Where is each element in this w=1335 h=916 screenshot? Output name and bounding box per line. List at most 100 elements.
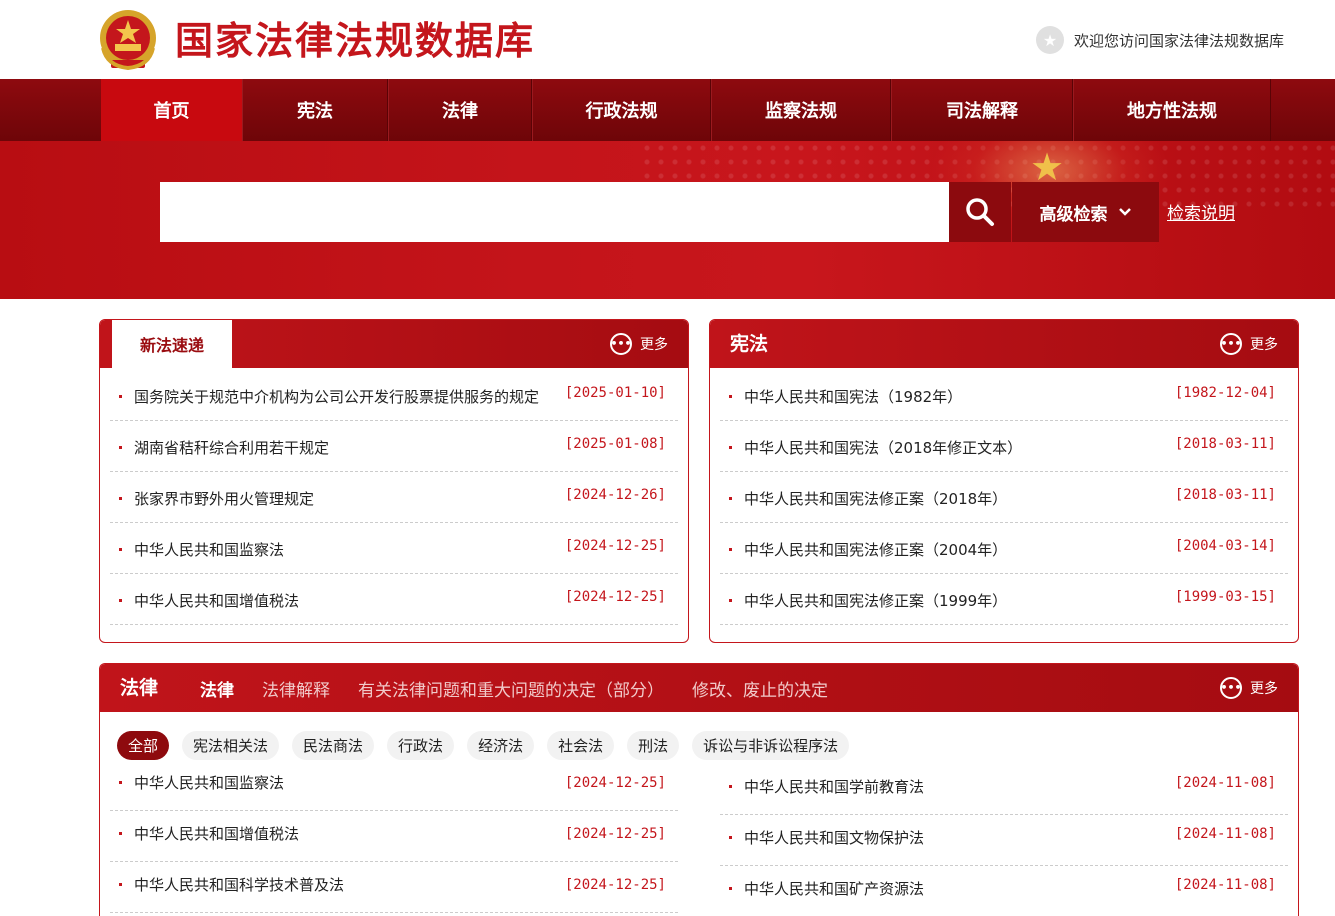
list-item[interactable]: 中华人民共和国宪法修正案（2018年） [2018-03-11] [720, 472, 1288, 523]
constitution-header: 宪法 ••• 更多 [710, 320, 1298, 368]
nav-item-laws[interactable]: 法律 [388, 79, 532, 141]
chip-procedure[interactable]: 诉讼与非诉讼程序法 [692, 731, 850, 760]
constitution-list: 中华人民共和国宪法（1982年） [1982-12-04] 中华人民共和国宪法（2… [720, 370, 1288, 625]
law-date: [1982-12-04] [1174, 385, 1276, 401]
law-title[interactable]: 中华人民共和国宪法修正案（2004年） [744, 539, 1154, 561]
constitution-more-link[interactable]: ••• 更多 [1220, 332, 1278, 356]
tab-decisions[interactable]: 有关法律问题和重大问题的决定（部分） [358, 676, 664, 701]
chip-administrative[interactable]: 行政法 [387, 731, 455, 760]
list-item[interactable]: 中华人民共和国宪法修正案（2004年） [2004-03-14] [720, 523, 1288, 574]
list-item[interactable]: 张家界市野外用火管理规定 [2024-12-26] [110, 472, 678, 523]
chip-constitutional[interactable]: 宪法相关法 [182, 731, 280, 760]
law-title[interactable]: 中华人民共和国监察法 [134, 539, 544, 561]
bullet [119, 548, 122, 551]
welcome-text: 欢迎您访问国家法律法规数据库 [1074, 31, 1285, 50]
new-laws-list: 国务院关于规范中介机构为公司公开发行股票提供服务的规定 [2025-01-10] … [110, 370, 678, 625]
bullet [729, 395, 732, 398]
tab-law-interpretations[interactable]: 法律解释 [262, 676, 330, 701]
bullet [119, 497, 122, 500]
list-item[interactable]: 中华人民共和国宪法（2018年修正文本） [2018-03-11] [720, 421, 1288, 472]
list-item[interactable]: 中华人民共和国学前教育法 [2024-11-08] [720, 764, 1288, 815]
list-item[interactable]: 湖南省秸秆综合利用若干规定 [2025-01-08] [110, 421, 678, 472]
law-title[interactable]: 中华人民共和国宪法修正案（1999年） [744, 590, 1154, 612]
law-title[interactable]: 张家界市野外用火管理规定 [134, 488, 544, 510]
search-banner: ★ 高级检索 检索说明 [0, 141, 1335, 299]
law-title[interactable]: 国务院关于规范中介机构为公司公开发行股票提供服务的规定 [134, 386, 544, 408]
bullet [119, 832, 122, 835]
law-title[interactable]: 中华人民共和国宪法（2018年修正文本） [744, 437, 1154, 459]
site-title: 国家法律法规数据库 [175, 18, 536, 63]
nav-item-supervisory-regulations[interactable]: 监察法规 [711, 79, 891, 141]
bullet [729, 446, 732, 449]
national-emblem-icon [100, 10, 156, 71]
new-laws-more-link[interactable]: ••• 更多 [610, 332, 668, 356]
law-title[interactable]: 中华人民共和国宪法（1982年） [744, 386, 1154, 408]
tab-laws[interactable]: 法律 [200, 676, 234, 701]
law-date: [2025-01-10] [564, 385, 666, 401]
chip-civil-commercial[interactable]: 民法商法 [292, 731, 375, 760]
nav-item-judicial-interpretations[interactable]: 司法解释 [891, 79, 1073, 141]
laws-list-right: 中华人民共和国学前教育法 [2024-11-08] 中华人民共和国文物保护法 [20… [720, 764, 1288, 916]
welcome-message: ★ 欢迎您访问国家法律法规数据库 [1036, 25, 1284, 55]
law-date: [2024-12-25] [564, 538, 666, 554]
list-item[interactable]: 中华人民共和国宪法修正案（1999年） [1999-03-15] [720, 574, 1288, 625]
law-title[interactable]: 中华人民共和国文物保护法 [744, 827, 1154, 849]
laws-list-left: 中华人民共和国监察法 [2024-12-25] 中华人民共和国增值税法 [2024-… [110, 760, 678, 913]
bullet [729, 548, 732, 551]
bullet [729, 887, 732, 890]
nav-item-local-regulations[interactable]: 地方性法规 [1073, 79, 1271, 141]
tab-new-laws[interactable]: 新法速递 [112, 320, 232, 368]
more-dots-icon: ••• [1220, 677, 1242, 699]
nav-item-home[interactable]: 首页 [101, 79, 242, 141]
chip-criminal[interactable]: 刑法 [627, 731, 680, 760]
search-help-link[interactable]: 检索说明 [1167, 199, 1235, 224]
list-item[interactable]: 中华人民共和国增值税法 [2024-12-25] [110, 574, 678, 625]
search-input[interactable] [160, 182, 949, 242]
law-date: [2024-11-08] [1174, 775, 1276, 791]
law-title[interactable]: 中华人民共和国宪法修正案（2018年） [744, 488, 1154, 510]
chip-economic[interactable]: 经济法 [467, 731, 535, 760]
list-item[interactable]: 中华人民共和国监察法 [2024-12-25] [110, 523, 678, 574]
tab-amendment-decisions[interactable]: 修改、废止的决定 [692, 676, 828, 701]
constitution-panel: 宪法 ••• 更多 中华人民共和国宪法（1982年） [1982-12-04] 中… [709, 319, 1299, 643]
bullet [729, 785, 732, 788]
law-date: [2024-12-25] [564, 589, 666, 605]
list-item[interactable]: 中华人民共和国增值税法 [2024-12-25] [110, 811, 678, 862]
list-item[interactable]: 中华人民共和国文物保护法 [2024-11-08] [720, 815, 1288, 866]
more-dots-icon: ••• [610, 333, 632, 355]
star-icon: ★ [1036, 26, 1064, 54]
law-title[interactable]: 中华人民共和国矿产资源法 [744, 878, 1154, 900]
law-title[interactable]: 中华人民共和国学前教育法 [744, 776, 1154, 798]
law-date: [2004-03-14] [1174, 538, 1276, 554]
law-date: [2024-12-26] [564, 487, 666, 503]
law-title[interactable]: 中华人民共和国增值税法 [134, 823, 544, 845]
laws-panel: 法律 法律 法律解释 有关法律问题和重大问题的决定（部分） 修改、废止的决定 •… [99, 663, 1299, 916]
law-title[interactable]: 中华人民共和国监察法 [134, 772, 544, 794]
laws-more-link[interactable]: ••• 更多 [1220, 676, 1278, 700]
bullet [729, 836, 732, 839]
list-item[interactable]: 中华人民共和国监察法 [2024-12-25] [110, 760, 678, 811]
list-item[interactable]: 中华人民共和国科学技术普及法 [2024-12-25] [110, 862, 678, 913]
list-item[interactable]: 中华人民共和国矿产资源法 [2024-11-08] [720, 866, 1288, 916]
search-button[interactable] [949, 182, 1011, 242]
chip-all[interactable]: 全部 [117, 731, 170, 760]
laws-title[interactable]: 法律 [120, 664, 158, 712]
chip-social[interactable]: 社会法 [547, 731, 615, 760]
law-title[interactable]: 中华人民共和国科学技术普及法 [134, 874, 544, 896]
nav-item-administrative-regulations[interactable]: 行政法规 [532, 79, 711, 141]
advanced-search-button[interactable]: 高级检索 [1012, 182, 1159, 242]
bullet [119, 446, 122, 449]
constitution-title[interactable]: 宪法 [730, 320, 768, 368]
laws-header: 法律 法律 法律解释 有关法律问题和重大问题的决定（部分） 修改、废止的决定 •… [100, 664, 1298, 712]
list-item[interactable]: 中华人民共和国宪法（1982年） [1982-12-04] [720, 370, 1288, 421]
law-title[interactable]: 湖南省秸秆综合利用若干规定 [134, 437, 544, 459]
law-date: [2024-11-08] [1174, 877, 1276, 893]
new-laws-header: 新法速递 ••• 更多 [100, 320, 688, 368]
list-item[interactable]: 国务院关于规范中介机构为公司公开发行股票提供服务的规定 [2025-01-10] [110, 370, 678, 421]
law-title[interactable]: 中华人民共和国增值税法 [134, 590, 544, 612]
main-nav: 首页 宪法 法律 行政法规 监察法规 司法解释 地方性法规 [0, 79, 1335, 141]
law-date: [1999-03-15] [1174, 589, 1276, 605]
nav-item-constitution[interactable]: 宪法 [242, 79, 388, 141]
laws-tabs: 法律 法律解释 有关法律问题和重大问题的决定（部分） 修改、废止的决定 [200, 664, 856, 712]
law-category-filters: 全部 宪法相关法 民法商法 行政法 经济法 社会法 刑法 诉讼与非诉讼程序法 [117, 731, 850, 760]
